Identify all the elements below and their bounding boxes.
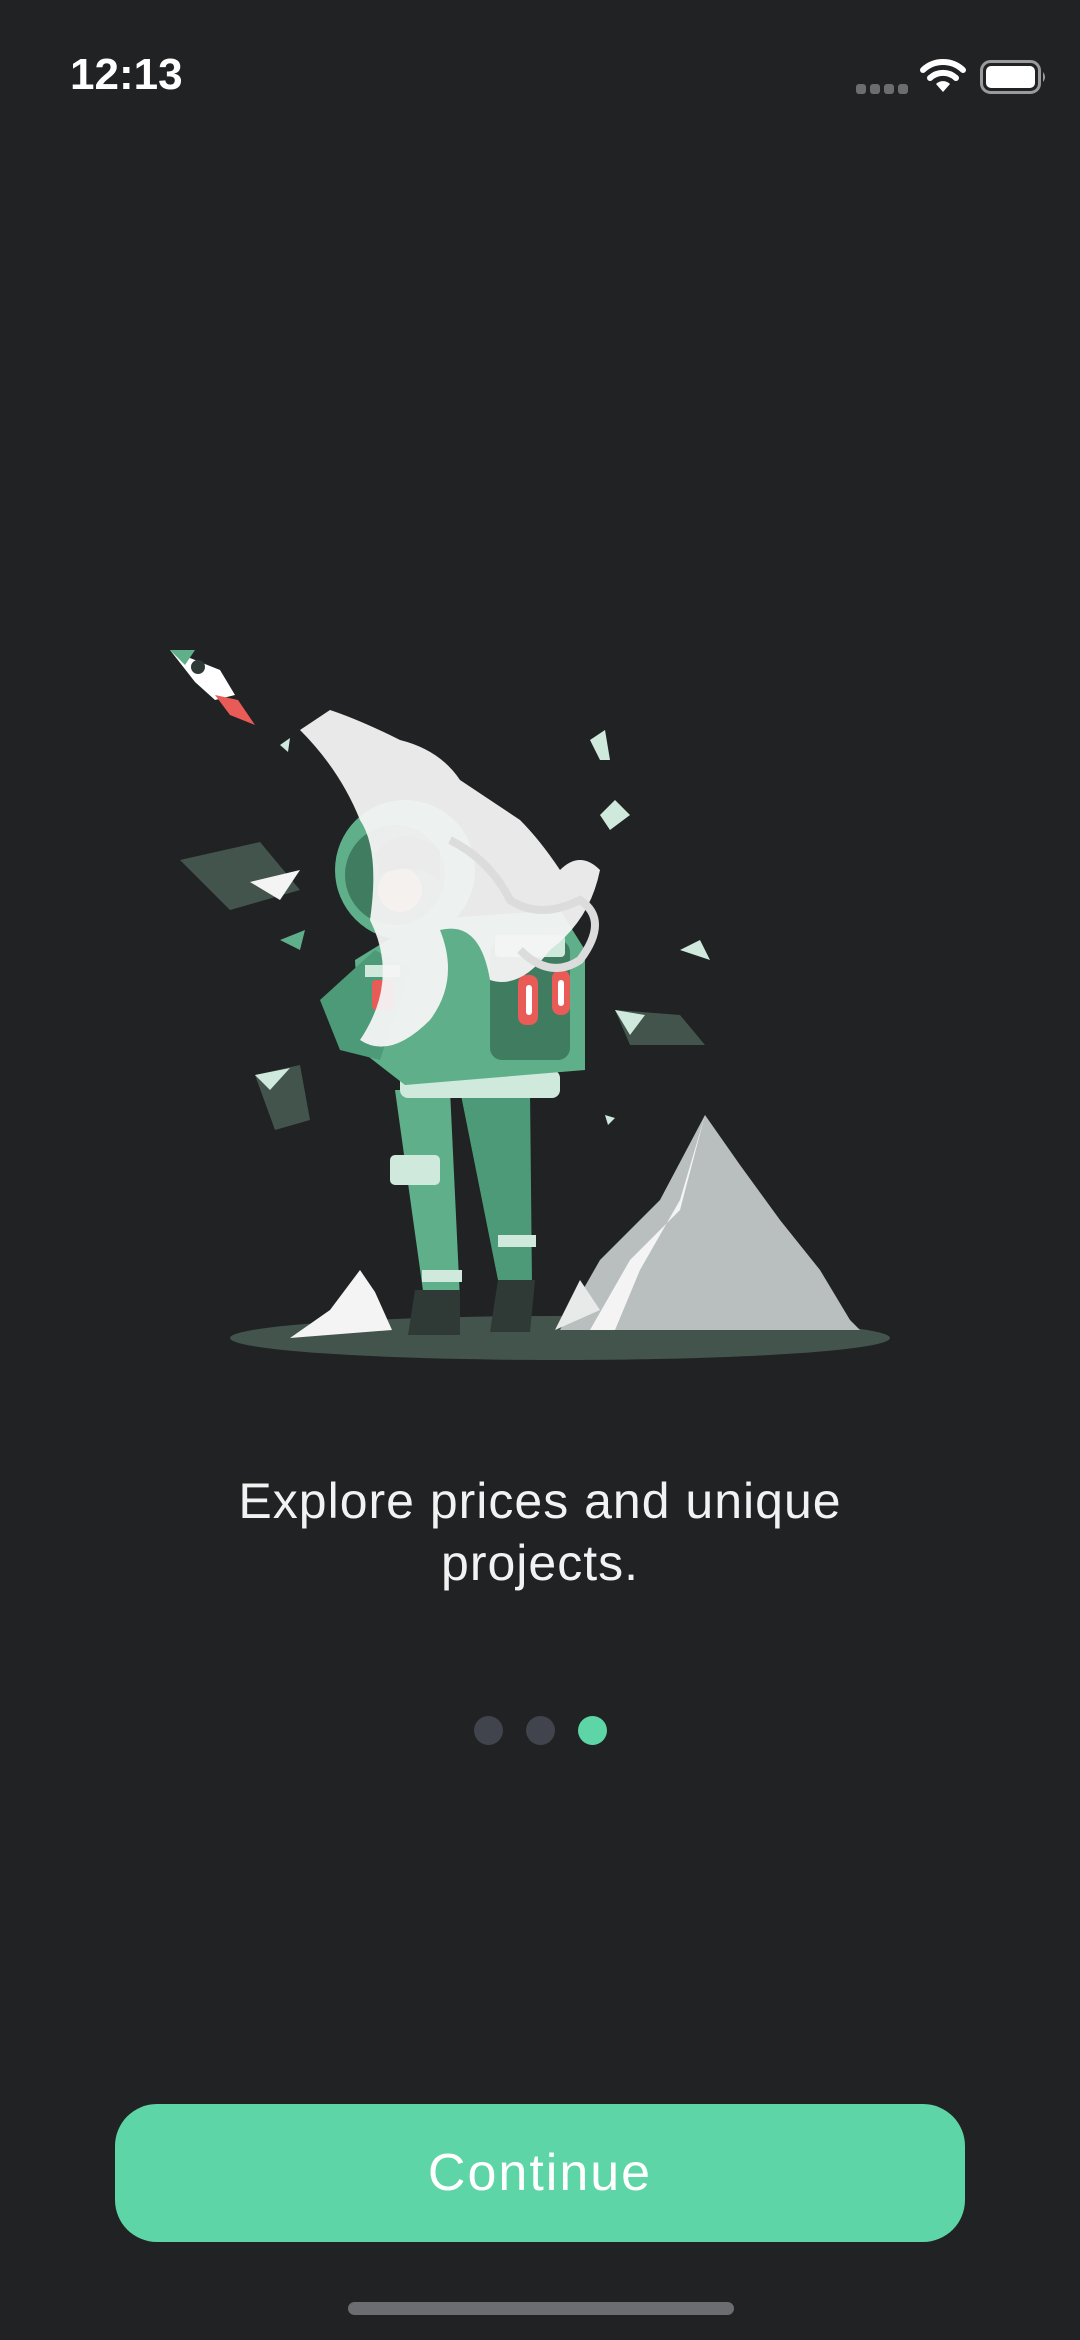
continue-button[interactable]: Continue xyxy=(115,2104,965,2242)
caption-line-1: Explore prices and unique xyxy=(238,1473,842,1529)
battery-icon xyxy=(980,60,1045,94)
page-indicator xyxy=(0,1716,1080,1746)
page-dot-3-active[interactable] xyxy=(577,1716,607,1745)
signal-dots-icon xyxy=(856,84,908,94)
onboarding-screen: 12:13 Explore prices and unique projects… xyxy=(0,0,1080,2340)
caption-line-2: projects. xyxy=(441,1535,639,1591)
onboarding-caption: Explore prices and unique projects. xyxy=(140,1470,940,1594)
status-bar: 12:13 xyxy=(0,0,1080,150)
astronaut-illustration xyxy=(170,650,890,1360)
wifi-icon xyxy=(920,59,966,92)
status-time: 12:13 xyxy=(70,50,183,99)
page-dot-2[interactable] xyxy=(525,1716,555,1745)
page-dot-1[interactable] xyxy=(473,1716,503,1745)
home-indicator[interactable] xyxy=(348,2302,734,2315)
